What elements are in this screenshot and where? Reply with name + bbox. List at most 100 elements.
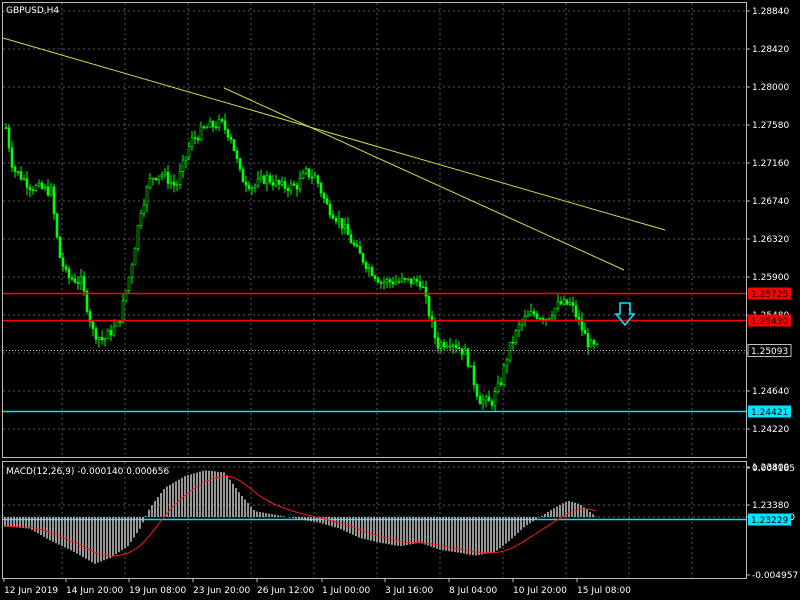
candle-body bbox=[64, 266, 68, 270]
support-upper-tag-label: 1.24421 bbox=[751, 408, 788, 418]
price-tick-label: 1.26740 bbox=[752, 197, 789, 207]
candle-body bbox=[382, 281, 386, 284]
candle-body bbox=[55, 213, 59, 238]
candle-body bbox=[4, 127, 8, 130]
candle-body bbox=[457, 347, 461, 349]
candle-body bbox=[271, 182, 275, 186]
candle-body bbox=[175, 184, 179, 186]
time-tick-label: 26 Jun 12:00 bbox=[257, 586, 314, 596]
candle-body bbox=[334, 218, 338, 222]
candle-body bbox=[487, 396, 491, 402]
candle-body bbox=[268, 175, 272, 183]
candle-body bbox=[46, 186, 50, 196]
candle-body bbox=[508, 341, 512, 361]
candle-body bbox=[373, 275, 377, 279]
candle-body bbox=[121, 300, 125, 323]
candle-body bbox=[388, 279, 392, 283]
candle-body bbox=[547, 317, 551, 320]
time-tick-label: 1 Jul 00:00 bbox=[322, 586, 371, 596]
candle-body bbox=[352, 242, 356, 246]
price-tick-label: 1.24640 bbox=[752, 387, 789, 397]
candle-body bbox=[127, 276, 131, 291]
candle-body bbox=[403, 278, 407, 280]
chart-background bbox=[0, 0, 800, 600]
candle-body bbox=[337, 218, 341, 222]
time-tick-label: 10 Jul 20:00 bbox=[513, 586, 567, 596]
candle-body bbox=[238, 158, 242, 170]
candle-body bbox=[595, 343, 599, 346]
candle-body bbox=[439, 342, 443, 349]
candle-body bbox=[346, 224, 350, 235]
candle-body bbox=[190, 137, 194, 148]
candle-body bbox=[166, 171, 170, 184]
candle-body bbox=[160, 174, 164, 177]
candle bbox=[427, 293, 431, 320]
candle-body bbox=[517, 324, 521, 332]
candle-body bbox=[61, 257, 65, 267]
candle-body bbox=[349, 234, 353, 244]
candle-body bbox=[85, 290, 89, 312]
candle-body bbox=[568, 302, 572, 305]
candle-body bbox=[499, 382, 503, 385]
candle bbox=[85, 288, 89, 315]
candle-body bbox=[283, 181, 287, 189]
candle-body bbox=[31, 189, 35, 191]
candle-body bbox=[379, 282, 383, 284]
candle-body bbox=[94, 328, 98, 340]
candle-body bbox=[247, 184, 251, 189]
candle-body bbox=[184, 156, 188, 161]
candle-body bbox=[28, 187, 32, 190]
candle-body bbox=[73, 278, 77, 283]
candle-body bbox=[496, 382, 500, 393]
candle-body bbox=[193, 137, 197, 139]
candle-body bbox=[538, 318, 542, 320]
candle-body bbox=[313, 175, 317, 178]
candle-body bbox=[256, 178, 260, 186]
candle-body bbox=[202, 126, 206, 129]
candle-body bbox=[286, 188, 290, 191]
candle-body bbox=[7, 127, 11, 149]
candle-body bbox=[235, 150, 239, 159]
macd-tick-label: 0.004185 bbox=[752, 464, 795, 474]
candle-body bbox=[400, 278, 404, 282]
time-tick-label: 8 Jul 04:00 bbox=[449, 586, 498, 596]
candle-body bbox=[391, 281, 395, 285]
candle-body bbox=[199, 126, 203, 141]
trading-chart[interactable]: GBPUSD,H4 MACD(12,26,9) -0.000140 0.0006… bbox=[0, 0, 800, 600]
candle-body bbox=[310, 176, 314, 179]
candle bbox=[262, 174, 266, 185]
candle bbox=[7, 124, 11, 153]
symbol-title: GBPUSD,H4 bbox=[6, 6, 59, 16]
candle-body bbox=[328, 203, 332, 216]
candle-body bbox=[154, 177, 158, 181]
candle-body bbox=[571, 302, 575, 306]
candle-body bbox=[82, 276, 86, 292]
candle-body bbox=[493, 391, 497, 406]
candle-body bbox=[25, 178, 29, 188]
candle-body bbox=[178, 171, 182, 185]
time-tick-label: 14 Jun 20:00 bbox=[66, 586, 123, 596]
candle-body bbox=[445, 345, 449, 348]
candle-body bbox=[592, 340, 596, 345]
time-tick-label: 23 Jun 20:00 bbox=[193, 586, 250, 596]
candle-body bbox=[340, 218, 344, 229]
candle-body bbox=[19, 171, 23, 180]
candle-body bbox=[187, 146, 191, 158]
candle-body bbox=[469, 365, 473, 368]
candle-body bbox=[37, 182, 41, 187]
candle-body bbox=[550, 315, 554, 319]
candle-body bbox=[43, 186, 47, 189]
candle-body bbox=[427, 295, 431, 317]
candle-body bbox=[406, 278, 410, 281]
candle-body bbox=[16, 171, 20, 173]
candle-body bbox=[148, 177, 152, 188]
candle-body bbox=[49, 186, 53, 196]
candle-body bbox=[220, 119, 224, 122]
candle-body bbox=[52, 186, 56, 214]
candle-body bbox=[58, 236, 62, 259]
candle-body bbox=[520, 320, 524, 325]
candle-body bbox=[136, 225, 140, 249]
candle-body bbox=[295, 185, 299, 190]
candle bbox=[136, 224, 140, 252]
candle-body bbox=[454, 344, 458, 348]
